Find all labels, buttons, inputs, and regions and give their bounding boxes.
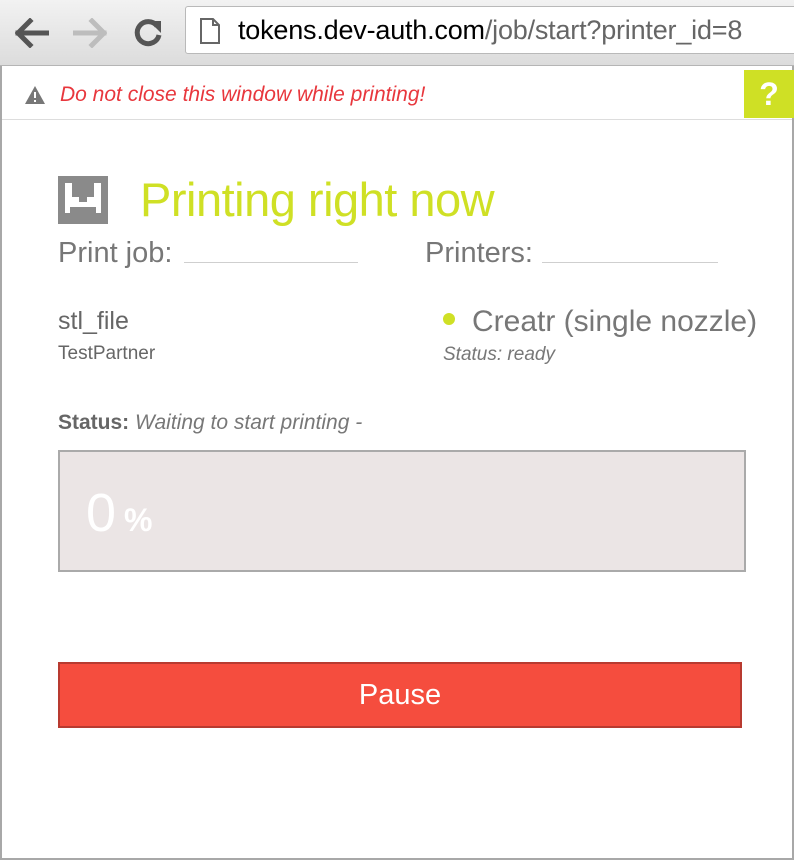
printer-status: Status: ready [443,344,555,365]
status-label: Status: [58,411,130,434]
reload-button[interactable] [128,13,168,53]
back-button[interactable] [12,13,52,53]
address-bar[interactable]: tokens.dev-auth.com/job/start?printer_id… [185,6,794,54]
print-status: Status: Waiting to start printing - [58,411,362,435]
page-title: Printing right now [140,173,495,226]
print-job-label: Print job: [58,237,173,269]
warning-bar: Do not close this window while printing!… [2,68,794,120]
progress-value: 0 [86,483,117,543]
progress-percentage: 0% [86,482,153,544]
help-button[interactable]: ? [744,70,794,118]
warning-text: Do not close this window while printing! [60,83,426,106]
url-text: tokens.dev-auth.com/job/start?printer_id… [238,15,742,46]
job-name: stl_file [58,307,129,335]
printer-icon [58,176,108,224]
url-domain: tokens.dev-auth.com [238,15,485,45]
browser-toolbar: tokens.dev-auth.com/job/start?printer_id… [0,0,794,66]
printers-divider [542,262,718,263]
status-value: Waiting to start printing - [135,411,363,434]
reload-icon [134,19,162,47]
progress-bar: 0% [58,450,746,572]
job-partner: TestPartner [58,343,156,364]
printers-label: Printers: [425,237,533,269]
progress-unit: % [124,502,153,538]
url-path: /job/start?printer_id=8 [484,15,743,45]
warning-icon [25,86,45,104]
printer-name: Creatr (single nozzle) [472,305,758,338]
forward-arrow-icon [73,18,107,48]
page-icon [200,18,220,44]
back-arrow-icon [15,18,49,48]
pause-button[interactable]: Pause [58,662,742,728]
printer-status-dot [443,313,455,325]
print-job-divider [184,262,358,263]
forward-button[interactable] [70,13,110,53]
